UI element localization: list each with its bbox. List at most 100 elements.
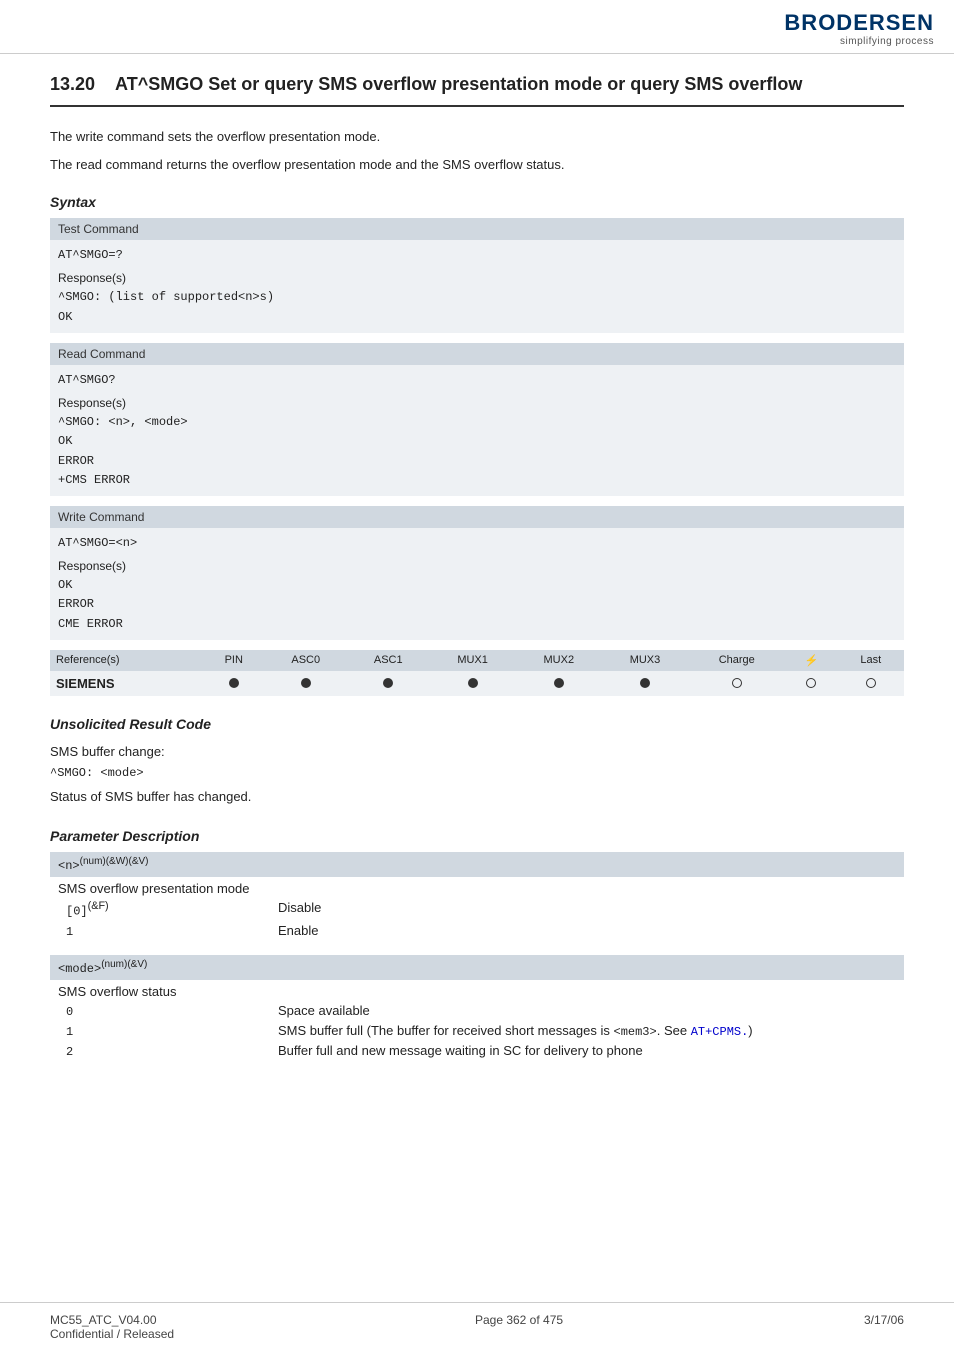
param-mode-table: <mode>(num)(&V) SMS overflow status 0 Sp… [50, 955, 904, 1061]
ref-dot-asc1 [347, 671, 430, 696]
param-n-label-row: SMS overflow presentation mode [50, 877, 904, 898]
footer-right: 3/17/06 [864, 1313, 904, 1341]
test-command-header: Test Command [50, 218, 904, 240]
read-command-response-1: ^SMGO: <n>, <mode> [58, 413, 896, 432]
section-title: AT^SMGO Set or query SMS overflow presen… [115, 74, 802, 95]
ref-col-mux1: MUX1 [430, 650, 516, 671]
test-command-content-row: AT^SMGO=? Response(s) ^SMGO: (list of su… [50, 240, 904, 333]
ref-col-last: Last [837, 650, 904, 671]
param-mode-val-0-key: 0 [50, 1001, 270, 1021]
test-command-response-1: ^SMGO: (list of supported<n>s) [58, 288, 896, 307]
ref-col-icon: ⚡ [785, 650, 837, 671]
ref-col-mux2: MUX2 [516, 650, 602, 671]
read-command-response-4: +CMS ERROR [58, 471, 896, 490]
urc-title: Unsolicited Result Code [50, 716, 904, 732]
param-n-val-0-sup: (&F) [88, 900, 109, 912]
ref-dot-charge [688, 671, 785, 696]
param-n-superscript: (num)(&W)(&V) [80, 856, 149, 867]
ref-dot-pin [203, 671, 264, 696]
param-mode-val-1-code: 1 [66, 1025, 73, 1039]
page-header: BRODERSEN simplifying process [0, 0, 954, 54]
ref-dot-mux3 [602, 671, 688, 696]
dot-pin-filled [229, 678, 239, 688]
read-command-cmd: AT^SMGO? [58, 371, 896, 390]
param-mode-label: SMS overflow status [50, 980, 904, 1001]
param-mode-val-2-key: 2 [50, 1041, 270, 1061]
dot-icon-empty [806, 678, 816, 688]
ref-dot-mux1 [430, 671, 516, 696]
write-command-response-1: OK [58, 576, 896, 595]
param-mode-value-2: 2 Buffer full and new message waiting in… [50, 1041, 904, 1061]
param-mode-value-1: 1 SMS buffer full (The buffer for receiv… [50, 1021, 904, 1041]
test-command-content: AT^SMGO=? Response(s) ^SMGO: (list of su… [50, 240, 904, 333]
page-footer: MC55_ATC_V04.00 Confidential / Released … [0, 1302, 954, 1351]
param-mode-val-2-desc: Buffer full and new message waiting in S… [270, 1041, 904, 1061]
footer-left: MC55_ATC_V04.00 Confidential / Released [50, 1313, 174, 1341]
param-n-val-1-desc: Enable [270, 921, 904, 941]
ref-dot-last [837, 671, 904, 696]
urc-content: SMS buffer change: ^SMGO: <mode> Status … [50, 740, 904, 808]
read-command-response-label: Response(s) [58, 394, 896, 413]
param-mode-val-0-code: 0 [66, 1005, 73, 1019]
param-n-val-0-desc: Disable [270, 898, 904, 920]
param-n-header-row: <n>(num)(&W)(&V) [50, 852, 904, 877]
param-n-value-0: [0](&F) Disable [50, 898, 904, 920]
footer-center: Page 362 of 475 [475, 1313, 563, 1341]
ref-dot-icon [785, 671, 837, 696]
ref-data-label: SIEMENS [50, 671, 203, 696]
section-number: 13.20 [50, 74, 95, 95]
test-command-cmd: AT^SMGO=? [58, 246, 896, 265]
param-n-name: <n> [58, 859, 80, 873]
param-mode-header-row: <mode>(num)(&V) [50, 955, 904, 980]
param-mode-val-1-key: 1 [50, 1021, 270, 1041]
urc-description: Status of SMS buffer has changed. [50, 785, 904, 808]
read-command-header-row: Read Command [50, 343, 904, 365]
write-command-table: Write Command AT^SMGO=<n> Response(s) OK… [50, 506, 904, 640]
write-command-response-2: ERROR [58, 595, 896, 614]
ref-col-label: Reference(s) [50, 650, 203, 671]
param-n-label: SMS overflow presentation mode [50, 877, 904, 898]
urc-code: ^SMGO: <mode> [50, 763, 904, 785]
ref-col-mux3: MUX3 [602, 650, 688, 671]
main-content: 13.20 AT^SMGO Set or query SMS overflow … [0, 54, 954, 1115]
urc-section: Unsolicited Result Code SMS buffer chang… [50, 716, 904, 808]
param-mode-value-0: 0 Space available [50, 1001, 904, 1021]
logo-text: BRODERSEN [784, 10, 934, 36]
ref-dot-mux2 [516, 671, 602, 696]
param-mode-label-row: SMS overflow status [50, 980, 904, 1001]
param-mode-val-2-code: 2 [66, 1045, 73, 1059]
dot-last-empty [866, 678, 876, 688]
reference-data-row: SIEMENS [50, 671, 904, 696]
write-command-response-3: CME ERROR [58, 615, 896, 634]
dot-asc0-filled [301, 678, 311, 688]
dot-mux1-filled [468, 678, 478, 688]
write-command-content: AT^SMGO=<n> Response(s) OK ERROR CME ERR… [50, 528, 904, 640]
ref-col-pin: PIN [203, 650, 264, 671]
read-command-header: Read Command [50, 343, 904, 365]
description-2: The read command returns the overflow pr… [50, 155, 904, 175]
reference-table: Reference(s) PIN ASC0 ASC1 MUX1 MUX2 MUX… [50, 650, 904, 696]
atcpms-code: AT+CPMS. [691, 1025, 749, 1039]
param-n-val-1-key: 1 [50, 921, 270, 941]
footer-doc: MC55_ATC_V04.00 [50, 1313, 174, 1327]
write-command-header: Write Command [50, 506, 904, 528]
write-command-content-row: AT^SMGO=<n> Response(s) OK ERROR CME ERR… [50, 528, 904, 640]
dot-mux3-filled [640, 678, 650, 688]
param-mode-val-1-desc: SMS buffer full (The buffer for received… [270, 1021, 904, 1041]
param-section: Parameter Description <n>(num)(&W)(&V) S… [50, 828, 904, 1060]
write-command-response-label: Response(s) [58, 557, 896, 576]
logo-sub: simplifying process [784, 36, 934, 47]
param-title: Parameter Description [50, 828, 904, 844]
dot-mux2-filled [554, 678, 564, 688]
ref-col-asc0: ASC0 [264, 650, 347, 671]
ref-col-charge: Charge [688, 650, 785, 671]
urc-buffer-label: SMS buffer change: [50, 740, 904, 763]
read-command-content: AT^SMGO? Response(s) ^SMGO: <n>, <mode> … [50, 365, 904, 496]
write-command-cmd: AT^SMGO=<n> [58, 534, 896, 553]
param-n-val-1-code: 1 [66, 925, 73, 939]
read-command-content-row: AT^SMGO? Response(s) ^SMGO: <n>, <mode> … [50, 365, 904, 496]
section-heading: 13.20 AT^SMGO Set or query SMS overflow … [50, 74, 904, 107]
read-command-table: Read Command AT^SMGO? Response(s) ^SMGO:… [50, 343, 904, 496]
test-command-table: Test Command AT^SMGO=? Response(s) ^SMGO… [50, 218, 904, 333]
ref-col-asc1: ASC1 [347, 650, 430, 671]
